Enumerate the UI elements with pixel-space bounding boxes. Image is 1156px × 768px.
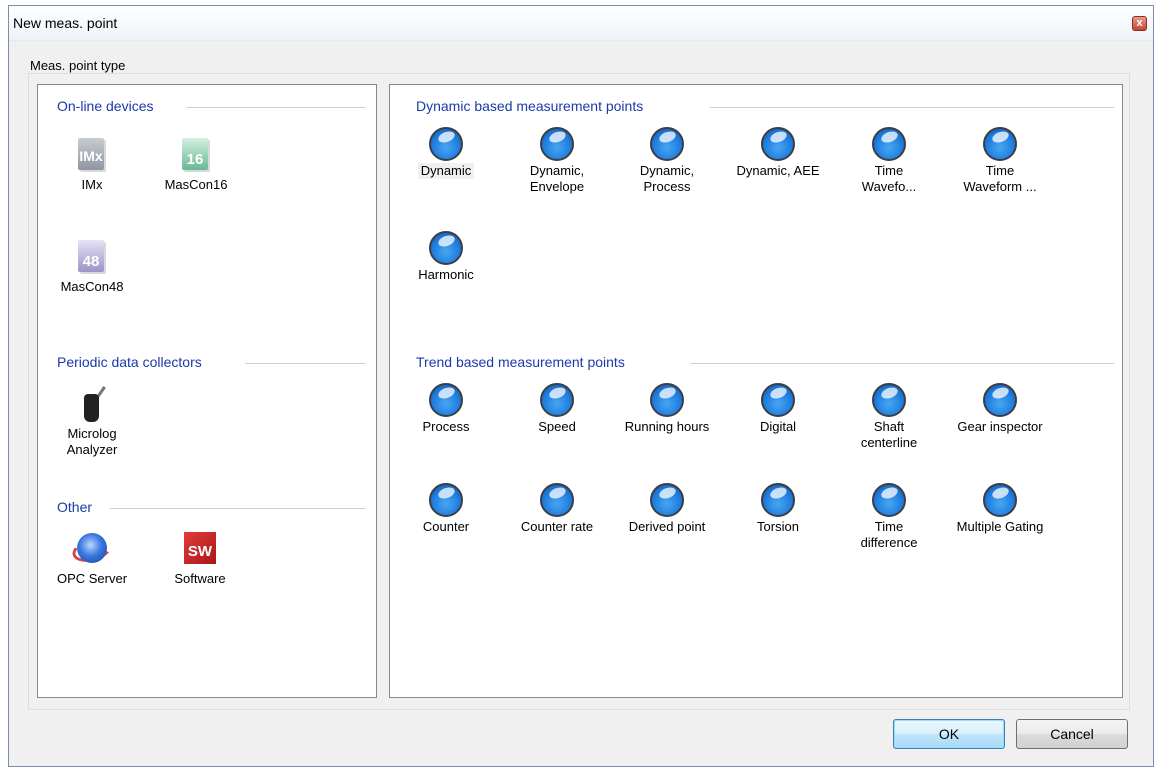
point-label: Dynamic [417, 163, 475, 179]
measurement-point-icon [540, 483, 574, 517]
device-label: OPC Server [56, 571, 128, 586]
point-label: Time Wavefo... [861, 163, 917, 194]
section-divider [110, 508, 366, 509]
device-item-microlog-analyzer[interactable]: Microlog Analyzer [42, 384, 142, 458]
section-divider [710, 107, 1114, 108]
measurement-point-icon [983, 127, 1017, 161]
point-label: Process [422, 419, 470, 434]
measurement-point-icon [540, 127, 574, 161]
title-bar[interactable]: New meas. point x [9, 6, 1153, 41]
trend-point-item[interactable]: Digital [728, 383, 828, 435]
device-item-software[interactable]: SW Software [150, 529, 250, 587]
point-label: Time Waveform ... [963, 163, 1037, 194]
imx-device-icon: IMx [72, 135, 112, 175]
point-label: Torsion [757, 519, 799, 534]
cancel-button[interactable]: Cancel [1016, 719, 1128, 749]
point-label: Digital [759, 419, 797, 434]
trend-point-item[interactable]: Counter rate [507, 483, 607, 535]
device-label: Software [174, 571, 226, 586]
section-title-other: Other [57, 499, 93, 515]
point-label: Derived point [628, 519, 706, 534]
measurement-point-icon [429, 231, 463, 265]
dynamic-point-item[interactable]: Dynamic, AEE [728, 127, 828, 179]
device-label: MasCon48 [60, 279, 124, 294]
device-label: MasCon16 [164, 177, 228, 192]
section-title-dynamic: Dynamic based measurement points [416, 98, 644, 114]
measurement-point-icon [429, 383, 463, 417]
close-button[interactable]: x [1132, 16, 1147, 31]
measurement-point-icon [429, 483, 463, 517]
dynamic-point-item[interactable]: Dynamic [396, 127, 496, 179]
section-divider [186, 107, 366, 108]
trend-point-item[interactable]: Gear inspector [950, 383, 1050, 435]
trend-point-item[interactable]: Time difference [839, 483, 939, 551]
software-icon: SW [180, 529, 220, 569]
point-label: Dynamic, AEE [736, 163, 820, 178]
device-label: Microlog Analyzer [66, 426, 118, 457]
point-label: Dynamic, Envelope [529, 163, 585, 194]
point-label: Time difference [860, 519, 918, 550]
trend-point-item[interactable]: Multiple Gating [950, 483, 1050, 535]
device-item-imx[interactable]: IMx IMx [42, 135, 142, 193]
measurement-point-icon [540, 383, 574, 417]
device-type-panel[interactable]: On-line devices IMx IMx 16 MasCon16 48 M… [37, 84, 377, 698]
meas-point-type-label: Meas. point type [30, 58, 126, 73]
point-label: Running hours [624, 419, 710, 434]
dynamic-point-item[interactable]: Time Waveform ... [950, 127, 1050, 195]
window-title: New meas. point [13, 15, 118, 31]
section-title-periodic-collectors: Periodic data collectors [57, 354, 202, 370]
measurement-point-icon [872, 483, 906, 517]
dynamic-point-item[interactable]: Time Wavefo... [839, 127, 939, 195]
measurement-point-icon [872, 383, 906, 417]
close-icon: x [1136, 17, 1143, 29]
point-label: Dynamic, Process [639, 163, 695, 194]
mascon48-device-icon: 48 [72, 237, 112, 277]
mascon16-device-icon: 16 [176, 135, 216, 175]
dynamic-point-item[interactable]: Harmonic [396, 231, 496, 283]
trend-point-item[interactable]: Counter [396, 483, 496, 535]
point-label: Harmonic [418, 267, 474, 282]
measurement-point-icon [761, 483, 795, 517]
section-divider [690, 363, 1114, 364]
point-label: Speed [538, 419, 576, 434]
trend-point-item[interactable]: Running hours [617, 383, 717, 435]
opc-server-icon [69, 529, 115, 569]
point-label: Gear inspector [957, 419, 1043, 434]
dynamic-point-item[interactable]: Dynamic, Process [617, 127, 717, 195]
measurement-point-icon [650, 383, 684, 417]
dynamic-point-item[interactable]: Dynamic, Envelope [507, 127, 607, 195]
trend-point-item[interactable]: Derived point [617, 483, 717, 535]
device-item-opc-server[interactable]: OPC Server [42, 529, 142, 587]
point-label: Counter rate [520, 519, 594, 534]
ok-button[interactable]: OK [893, 719, 1005, 749]
measurement-point-icon [650, 483, 684, 517]
point-label: Counter [422, 519, 470, 534]
measurement-point-icon [650, 127, 684, 161]
trend-point-item[interactable]: Speed [507, 383, 607, 435]
section-title-trend: Trend based measurement points [416, 354, 625, 370]
section-divider [245, 363, 366, 364]
measurement-point-panel[interactable]: Dynamic based measurement points Trend b… [389, 84, 1123, 698]
measurement-point-icon [429, 127, 463, 161]
device-label: IMx [81, 177, 103, 192]
device-item-mascon16[interactable]: 16 MasCon16 [146, 135, 246, 193]
section-title-online-devices: On-line devices [57, 98, 154, 114]
device-item-mascon48[interactable]: 48 MasCon48 [42, 237, 142, 295]
measurement-point-icon [983, 483, 1017, 517]
trend-point-item[interactable]: Shaft centerline [839, 383, 939, 451]
measurement-point-icon [761, 383, 795, 417]
trend-point-item[interactable]: Process [396, 383, 496, 435]
trend-point-item[interactable]: Torsion [728, 483, 828, 535]
point-label: Multiple Gating [956, 519, 1044, 534]
microlog-analyzer-icon [72, 384, 112, 424]
measurement-point-icon [761, 127, 795, 161]
measurement-point-icon [872, 127, 906, 161]
measurement-point-icon [983, 383, 1017, 417]
point-label: Shaft centerline [860, 419, 918, 450]
